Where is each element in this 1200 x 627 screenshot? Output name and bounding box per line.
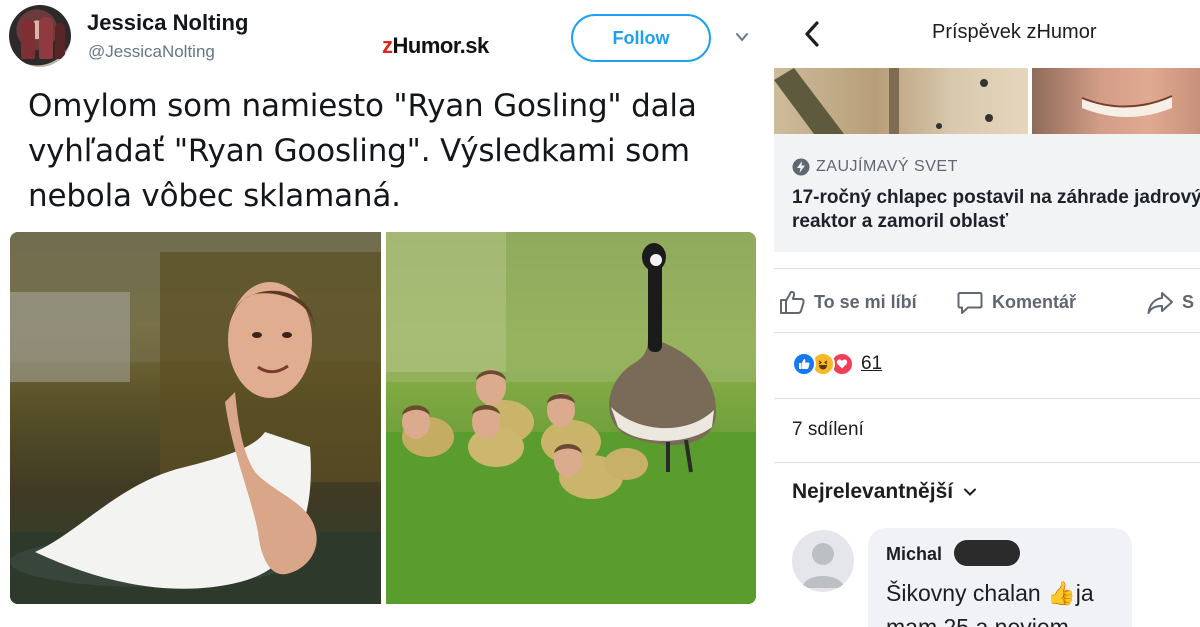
commenter-avatar[interactable] xyxy=(792,530,854,592)
share-count[interactable]: 7 sdílení xyxy=(792,419,864,441)
sort-label: Nejrelevantnější xyxy=(792,480,954,503)
separator xyxy=(774,398,1200,399)
comment-bubble: Michal Šikovny chalan 👍ja mam 25 a nevie… xyxy=(868,528,1132,627)
goose-illustration xyxy=(10,232,381,604)
comment-icon xyxy=(957,292,983,314)
back-arrow-icon[interactable] xyxy=(802,20,822,48)
comment-sort-dropdown[interactable]: Nejrelevantnější xyxy=(792,480,977,504)
tweet-text: Omylom som namiesto "Ryan Gosling" dala … xyxy=(28,88,697,214)
fb-header-title: Príspěvek zHumor xyxy=(932,21,1097,43)
facebook-post-panel: Príspěvek zHumor ZAUJÍMAVÝ SVET 17-ročný… xyxy=(774,0,1200,627)
separator xyxy=(774,332,1200,333)
follow-button[interactable]: Follow xyxy=(571,14,711,62)
separator xyxy=(774,268,1200,269)
comment-text: Šikovny chalan 👍ja mam 25 a neviem xyxy=(886,580,1094,627)
post-actions: To se mi líbí Komentář S xyxy=(774,280,1200,324)
separator xyxy=(774,462,1200,463)
fb-header: Príspěvek zHumor xyxy=(774,0,1200,68)
author-handle[interactable]: @JessicaNolting xyxy=(88,42,215,62)
like-label: To se mi líbí xyxy=(814,291,917,312)
comment-label: Komentář xyxy=(992,291,1077,312)
thumbs-up-icon xyxy=(780,290,805,314)
comment-author[interactable]: Michal xyxy=(886,544,942,565)
link-source: ZAUJÍMAVÝ SVET xyxy=(792,158,958,176)
post-image-left-art xyxy=(774,68,993,134)
reactions-summary[interactable]: 61 xyxy=(792,352,882,376)
chevron-down-icon xyxy=(964,488,977,496)
author-name[interactable]: Jessica Nolting xyxy=(87,10,248,36)
redacted-surname xyxy=(954,540,1020,566)
tweet-photo-goose[interactable] xyxy=(10,232,381,604)
post-image-right-art xyxy=(1081,95,1173,117)
post-image-right[interactable] xyxy=(1032,68,1200,134)
reaction-count[interactable]: 61 xyxy=(861,353,882,375)
geese-illustration xyxy=(386,232,756,604)
bolt-icon xyxy=(792,158,810,176)
share-icon xyxy=(1147,292,1173,314)
author-avatar[interactable] xyxy=(9,5,71,67)
like-button[interactable]: To se mi líbí xyxy=(778,288,917,316)
chevron-down-icon[interactable] xyxy=(735,30,749,44)
watermark-rest: Humor.sk xyxy=(392,33,490,58)
zhumor-watermark: zHumor.sk xyxy=(382,33,489,59)
share-label: S xyxy=(1182,291,1195,312)
link-title[interactable]: 17-ročný chlapec postavil na záhrade jad… xyxy=(792,186,1200,234)
link-source-label: ZAUJÍMAVÝ SVET xyxy=(816,158,958,175)
post-image-left[interactable] xyxy=(774,68,1028,134)
tweet-photo-geese[interactable] xyxy=(386,232,756,604)
share-button[interactable]: S xyxy=(1146,288,1194,316)
tweet-card: Jessica Nolting @JessicaNolting zHumor.s… xyxy=(0,0,770,627)
like-reaction-icon xyxy=(792,352,816,376)
default-avatar-icon xyxy=(802,543,844,588)
comment-button[interactable]: Komentář xyxy=(956,288,1076,316)
link-preview-card[interactable]: ZAUJÍMAVÝ SVET 17-ročný chlapec postavil… xyxy=(774,134,1200,252)
watermark-prefix: z xyxy=(382,33,393,58)
